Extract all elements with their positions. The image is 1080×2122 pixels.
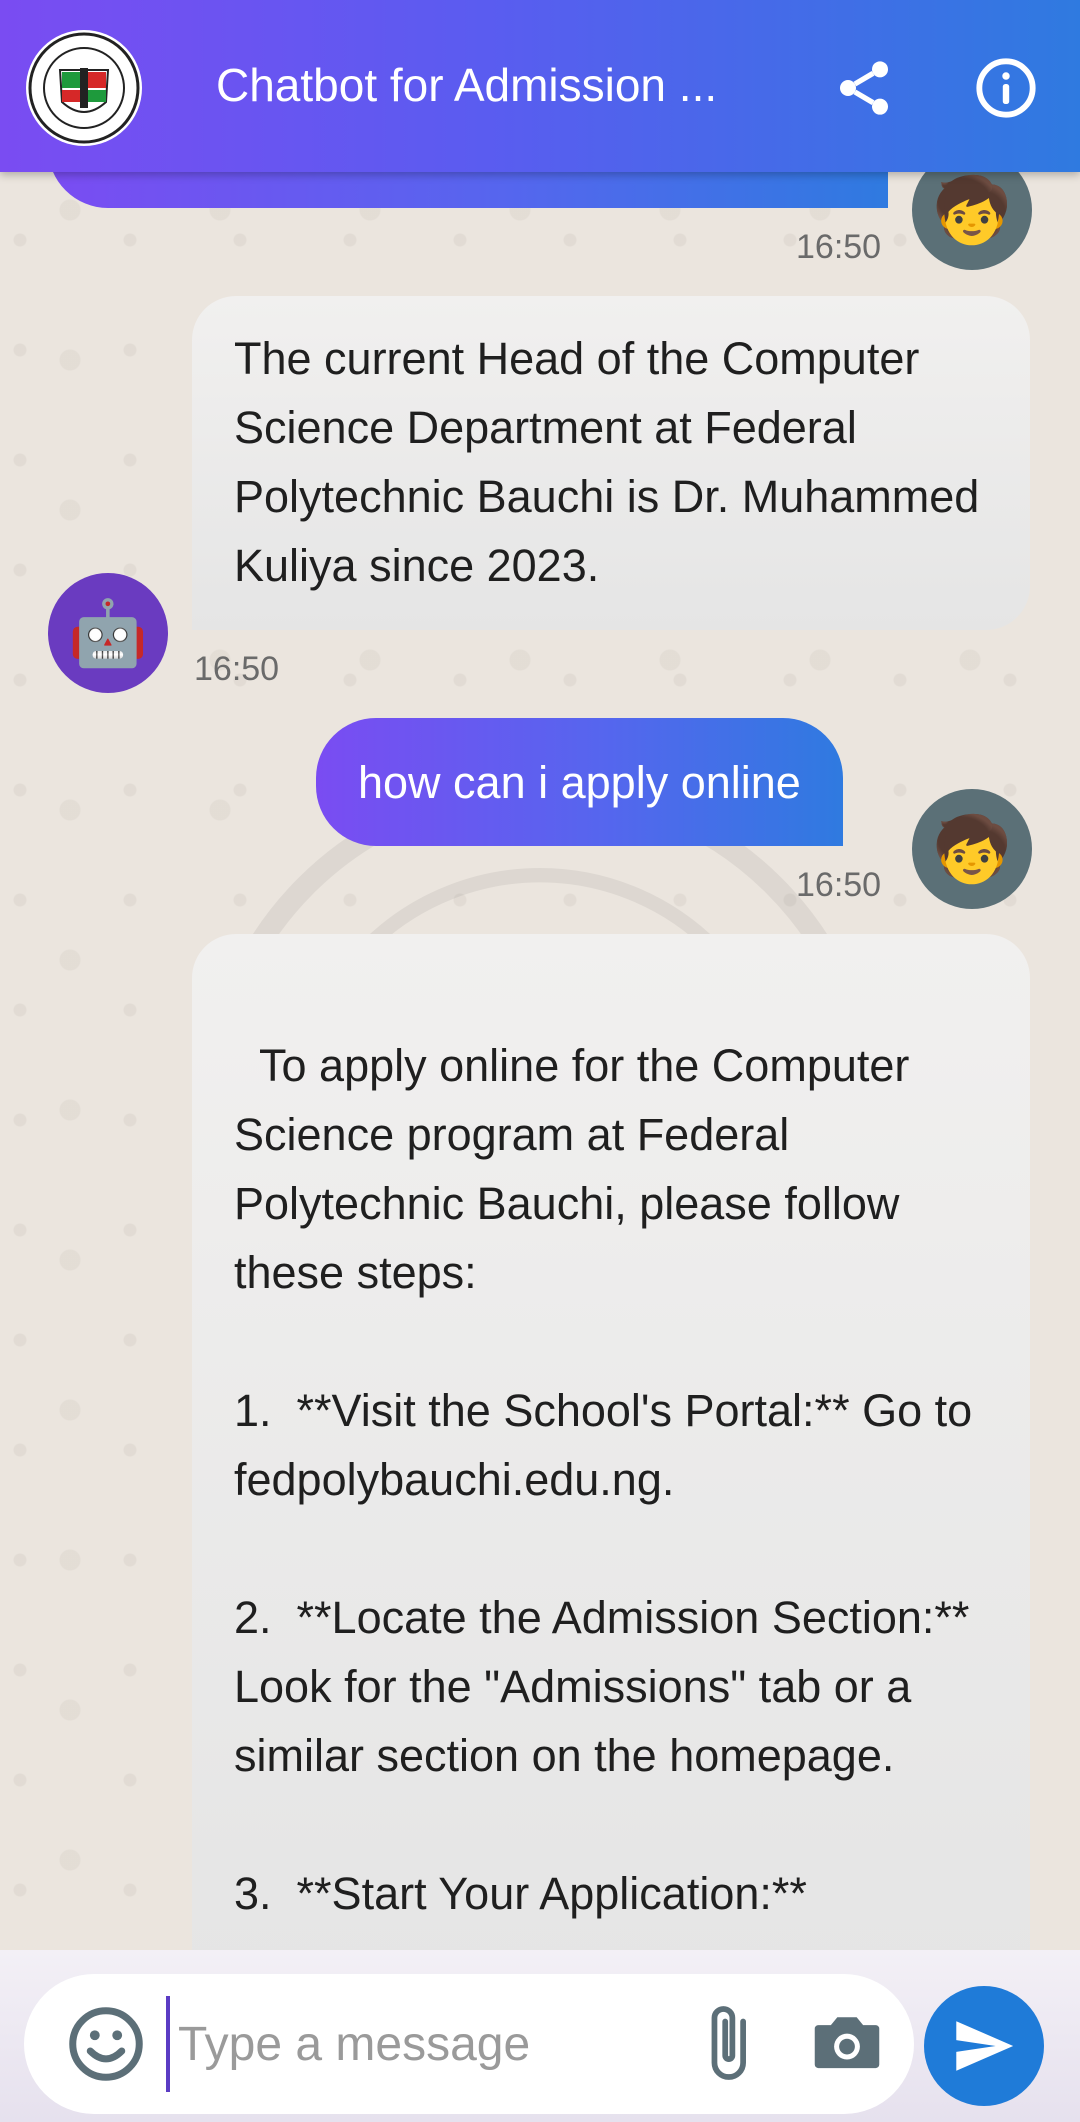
message-input[interactable]: [166, 1996, 666, 2092]
message-composer: [24, 1974, 914, 2114]
federal-polytechnic-bauchi-logo: [26, 30, 142, 146]
message-timestamp: 16:50: [194, 650, 280, 688]
message-text: To apply online for the Computer Science…: [234, 1040, 973, 1919]
app-header: Chatbot for Admission ...: [0, 0, 1080, 172]
camera-icon: [814, 2017, 880, 2069]
message-timestamp: 16:50: [796, 866, 882, 904]
send-icon: [956, 2021, 1014, 2071]
bot-avatar: 🤖: [48, 573, 168, 693]
info-button[interactable]: [966, 48, 1046, 128]
chat-title: Chatbot for Admission ...: [216, 59, 718, 111]
share-button[interactable]: [824, 48, 904, 128]
camera-button[interactable]: [804, 2000, 890, 2086]
user-message-bubble: how can i apply online: [316, 718, 843, 846]
send-button[interactable]: [924, 1986, 1044, 2106]
emoji-button[interactable]: [64, 2002, 148, 2086]
share-icon: [840, 61, 888, 115]
info-icon: [976, 58, 1036, 118]
bot-message-bubble: The current Head of the Computer Science…: [192, 296, 1030, 630]
message-text: The current Head of the Computer Science…: [234, 333, 980, 591]
message-composer-bar: [0, 1950, 1080, 2122]
message-text: how can i apply online: [358, 757, 801, 808]
emoji-icon: [69, 2007, 143, 2081]
paperclip-icon: [711, 2006, 746, 2080]
attach-button[interactable]: [684, 2000, 770, 2086]
message-timestamp: 16:50: [796, 228, 882, 266]
user-avatar: 🧒: [912, 789, 1032, 909]
bot-message-bubble: To apply online for the Computer Science…: [192, 934, 1030, 1974]
